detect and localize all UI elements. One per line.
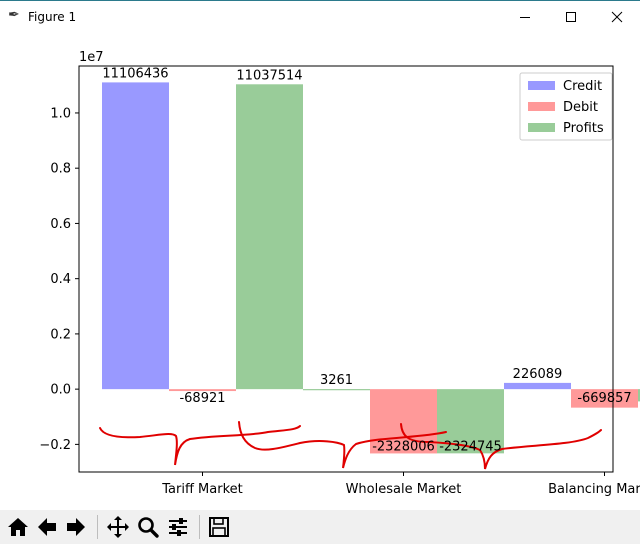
window-title: Figure 1 bbox=[28, 10, 77, 24]
zoom-icon bbox=[138, 517, 159, 538]
x-tick-label: Balancing Market bbox=[548, 482, 640, 497]
y-tick-label: 0.4 bbox=[50, 272, 71, 287]
bar-value-label: 11106436 bbox=[102, 66, 168, 81]
forward-button[interactable] bbox=[62, 513, 90, 541]
window-titlebar: ✒ Figure 1 bbox=[0, 0, 640, 32]
toolbar-separator bbox=[97, 515, 98, 539]
legend-swatch bbox=[528, 102, 555, 111]
bar-profits bbox=[303, 389, 370, 391]
legend-label: Profits bbox=[563, 121, 604, 136]
y-offset-label: 1e7 bbox=[79, 50, 104, 65]
back-button[interactable] bbox=[33, 513, 61, 541]
zoom-button[interactable] bbox=[134, 513, 162, 541]
bar-credit bbox=[504, 382, 571, 390]
y-tick-label: 0.8 bbox=[50, 162, 71, 177]
home-button[interactable] bbox=[4, 513, 32, 541]
bar-profits bbox=[236, 84, 303, 390]
pan-button[interactable] bbox=[104, 513, 132, 541]
feather-icon: ✒ bbox=[8, 7, 20, 23]
toolbar-separator bbox=[199, 515, 200, 539]
close-icon bbox=[611, 11, 623, 22]
x-tick-label: Tariff Market bbox=[161, 482, 243, 497]
save-icon bbox=[209, 517, 229, 537]
home-icon bbox=[8, 518, 28, 536]
save-button[interactable] bbox=[205, 513, 233, 541]
bar-credit bbox=[102, 82, 169, 390]
bar-value-label: -68921 bbox=[179, 391, 225, 406]
legend-label: Debit bbox=[563, 100, 598, 115]
close-button[interactable] bbox=[594, 1, 640, 32]
y-tick-label: 0.0 bbox=[50, 383, 71, 398]
legend-swatch bbox=[528, 81, 555, 90]
hand-drawn-brace bbox=[99, 425, 301, 466]
legend-label: Credit bbox=[563, 79, 602, 94]
y-tick-label: 1.0 bbox=[50, 106, 71, 121]
y-tick-label: −0.2 bbox=[39, 438, 71, 453]
y-tick-label: 0.2 bbox=[50, 327, 71, 342]
bar-value-label: 3261 bbox=[320, 373, 353, 388]
bar-value-label: -669857 bbox=[577, 391, 631, 406]
bar-value-label: -2324745 bbox=[439, 439, 502, 454]
back-arrow-icon bbox=[38, 518, 56, 536]
forward-arrow-icon bbox=[67, 518, 85, 536]
maximize-button[interactable] bbox=[548, 1, 594, 32]
legend-swatch bbox=[528, 123, 555, 132]
navigation-toolbar bbox=[0, 510, 640, 544]
configure-button[interactable] bbox=[164, 513, 192, 541]
x-tick-label: Wholesale Market bbox=[346, 482, 462, 497]
bar-value-label: -2328006 bbox=[372, 439, 435, 454]
bar-value-label: 11037514 bbox=[236, 68, 302, 83]
maximize-icon bbox=[566, 11, 576, 22]
minimize-button[interactable] bbox=[502, 1, 548, 32]
minimize-icon bbox=[520, 16, 530, 18]
bar-value-label: 226089 bbox=[513, 367, 563, 382]
pan-icon bbox=[107, 516, 129, 538]
bar-chart: 11106436 -68921 11037514 3261 -2328006 -23247… bbox=[39, 50, 640, 497]
y-tick-label: 0.6 bbox=[50, 217, 71, 232]
figure-canvas[interactable]: 11106436 -68921 11037514 3261 -2328006 -23247… bbox=[0, 32, 640, 510]
configure-icon bbox=[169, 518, 187, 536]
